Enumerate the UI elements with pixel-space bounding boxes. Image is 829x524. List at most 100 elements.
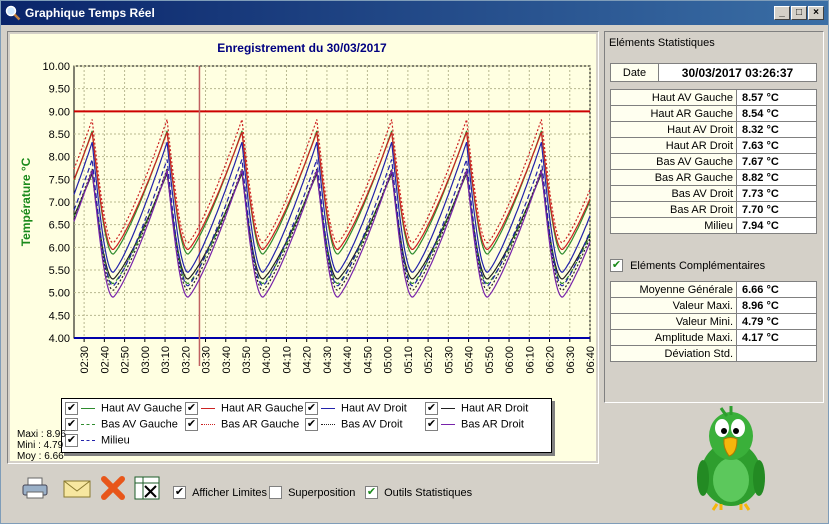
sensor-stat-row: Bas AV Droit 7.73 °C [610, 185, 817, 202]
legend-item[interactable]: ✔ Haut AR Droit [425, 402, 528, 415]
stats-panel: Eléments Statistiques Date 30/03/2017 03… [604, 31, 824, 403]
legend-label: Bas AV Gauche [101, 418, 178, 431]
legend-label: Bas AR Droit [461, 418, 524, 431]
y-tick-label: 4.50 [49, 310, 70, 322]
legend-label: Haut AR Gauche [221, 402, 304, 415]
x-tick-label: 04:50 [362, 346, 374, 374]
maximize-button[interactable]: □ [791, 6, 807, 20]
sensor-stat-value: 7.63 °C [736, 137, 817, 154]
y-tick-label: 7.00 [49, 197, 70, 209]
x-tick-label: 04:20 [302, 346, 314, 374]
y-tick-label: 9.50 [49, 84, 70, 96]
legend-item[interactable]: ✔ Milieu [65, 434, 130, 447]
legend-checkbox[interactable]: ✔ [65, 434, 78, 447]
y-tick-label: 4.00 [49, 333, 70, 345]
sensor-stat-label: Bas AR Gauche [610, 169, 737, 186]
sensor-stat-label: Bas AR Droit [610, 201, 737, 218]
complementary-stat-row: Valeur Maxi. 8.96 °C [610, 297, 817, 314]
sensor-stats-table: Haut AV Gauche 8.57 °C Haut AR Gauche 8.54 … [610, 89, 817, 234]
chart-title: Enregistrement du 30/03/2017 [217, 41, 387, 55]
complementary-toggle[interactable]: ✔ Eléments Complémentaires [610, 259, 765, 272]
parrot-mascot-icon [697, 406, 765, 511]
legend-checkbox[interactable]: ✔ [65, 418, 78, 431]
legend-checkbox[interactable]: ✔ [305, 402, 318, 415]
x-tick-label: 03:40 [221, 346, 233, 374]
x-tick-label: 03:10 [160, 346, 172, 374]
minimize-button[interactable]: _ [774, 6, 790, 20]
legend-checkbox[interactable]: ✔ [185, 402, 198, 415]
date-value: 30/03/2017 03:26:37 [658, 63, 817, 82]
option-outils-statistiques[interactable]: ✔ Outils Statistiques [365, 486, 472, 499]
mail-icon [63, 480, 91, 498]
legend-checkbox[interactable]: ✔ [425, 402, 438, 415]
superposition-label: Superposition [288, 486, 356, 499]
option-afficher-limites[interactable]: ✔ Afficher Limites [173, 486, 267, 499]
x-tick-label: 04:00 [261, 346, 273, 374]
sensor-stat-value: 8.32 °C [736, 121, 817, 138]
legend-item[interactable]: ✔ Haut AV Droit [305, 402, 407, 415]
option-superposition[interactable]: Superposition [269, 486, 355, 499]
legend-checkbox[interactable]: ✔ [305, 418, 318, 431]
complementary-stat-label: Valeur Mini. [610, 313, 737, 330]
temperature-chart[interactable]: Enregistrement du 30/03/2017 Température … [10, 34, 596, 461]
sensor-stat-label: Haut AR Droit [610, 137, 737, 154]
sensor-stat-label: Bas AV Droit [610, 185, 737, 202]
delete-button[interactable] [98, 474, 128, 502]
title-bar[interactable]: Graphique Temps Réel _ □ × [1, 1, 828, 25]
legend-item[interactable]: ✔ Bas AR Droit [425, 418, 524, 431]
x-tick-label: 04:40 [342, 346, 354, 374]
legend-item[interactable]: ✔ Bas AR Gauche [185, 418, 299, 431]
x-tick-label: 02:40 [99, 346, 111, 374]
moy-readout: Moy : 6.66 [17, 451, 64, 462]
export-excel-button[interactable] [132, 474, 162, 502]
x-tick-label: 05:30 [443, 346, 455, 374]
email-button[interactable] [62, 474, 92, 502]
chart-legend: ✔ Haut AV Gauche ✔ Haut AR Gauche ✔ Haut AV D… [61, 398, 552, 453]
complementary-checkbox[interactable]: ✔ [610, 259, 623, 272]
complementary-stat-value: 6.66 °C [736, 281, 817, 298]
y-axis-label: Température °C [19, 157, 33, 246]
outils-statistiques-checkbox[interactable]: ✔ [365, 486, 378, 499]
legend-swatch [81, 440, 95, 441]
x-tick-label: 02:30 [79, 346, 91, 374]
sensor-stat-label: Milieu [610, 217, 737, 234]
close-button[interactable]: × [808, 6, 824, 20]
complementary-stats-table: Moyenne Générale 6.66 °C Valeur Maxi. 8.96 … [610, 281, 817, 362]
legend-checkbox[interactable]: ✔ [425, 418, 438, 431]
superposition-checkbox[interactable] [269, 486, 282, 499]
sensor-stat-label: Haut AR Gauche [610, 105, 737, 122]
sensor-stat-label: Bas AV Gauche [610, 153, 737, 170]
legend-item[interactable]: ✔ Bas AV Droit [305, 418, 403, 431]
sensor-stat-row: Haut AR Gauche 8.54 °C [610, 105, 817, 122]
y-tick-label: 5.00 [49, 288, 70, 300]
stats-section-title: Eléments Statistiques [609, 37, 715, 49]
legend-label: Milieu [101, 434, 130, 447]
legend-checkbox[interactable]: ✔ [185, 418, 198, 431]
complementary-stat-row: Déviation Std. [610, 345, 817, 362]
legend-checkbox[interactable]: ✔ [65, 402, 78, 415]
x-tick-label: 03:50 [241, 346, 253, 374]
complementary-stat-value [736, 345, 817, 362]
x-tick-label: 06:30 [565, 346, 577, 374]
x-tick-label: 06:10 [524, 346, 536, 374]
y-tick-label: 6.00 [49, 242, 70, 254]
sensor-stat-label: Haut AV Droit [610, 121, 737, 138]
complementary-label: Eléments Complémentaires [630, 259, 766, 272]
x-tick-label: 04:30 [322, 346, 334, 374]
legend-item[interactable]: ✔ Haut AR Gauche [185, 402, 304, 415]
legend-label: Haut AV Gauche [101, 402, 183, 415]
y-tick-label: 8.50 [49, 129, 70, 141]
y-tick-label: 9.00 [49, 106, 70, 118]
legend-item[interactable]: ✔ Bas AV Gauche [65, 418, 178, 431]
sensor-stat-row: Haut AV Gauche 8.57 °C [610, 89, 817, 106]
afficher-limites-checkbox[interactable]: ✔ [173, 486, 186, 499]
sensor-stat-row: Bas AR Droit 7.70 °C [610, 201, 817, 218]
close-x-icon [101, 476, 125, 500]
legend-swatch [81, 424, 95, 425]
complementary-stat-value: 4.79 °C [736, 313, 817, 330]
outils-statistiques-label: Outils Statistiques [384, 486, 473, 499]
legend-item[interactable]: ✔ Haut AV Gauche [65, 402, 182, 415]
print-button[interactable] [20, 474, 50, 502]
sensor-stat-value: 8.54 °C [736, 105, 817, 122]
x-tick-label: 02:50 [120, 346, 132, 374]
